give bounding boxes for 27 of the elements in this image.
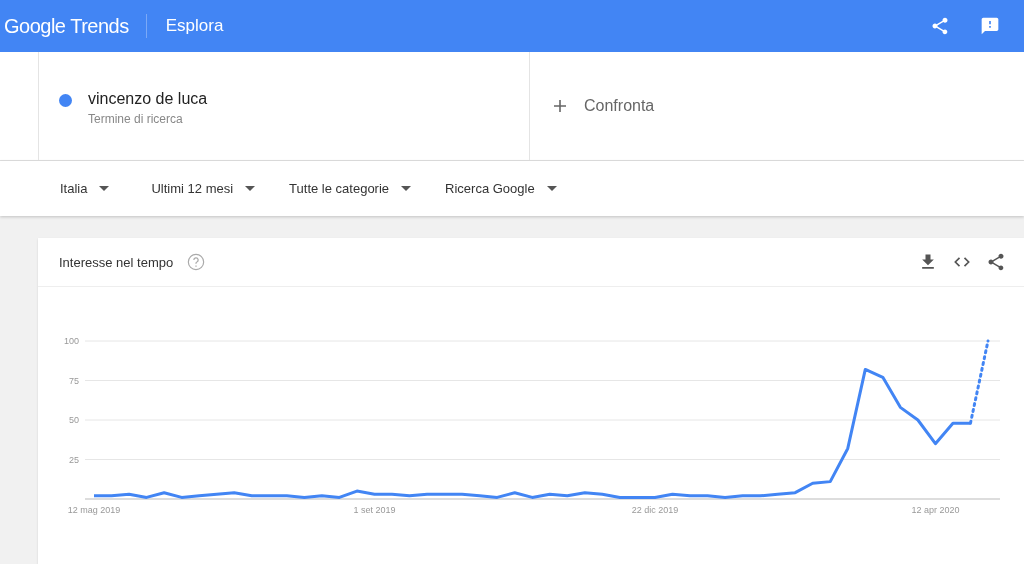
filter-dropdown[interactable]: Ricerca Google xyxy=(445,181,557,196)
filter-dropdown[interactable]: Ultimi 12 mesi xyxy=(151,181,256,196)
filter-dropdown[interactable]: Italia xyxy=(60,181,110,196)
plus-icon xyxy=(554,100,566,112)
caret-icon xyxy=(546,186,557,191)
caret-icon xyxy=(245,186,256,191)
x-tick-label: 1 set 2019 xyxy=(353,505,396,515)
compare-button[interactable]: Confronta xyxy=(530,52,1024,160)
term-subtitle: Termine di ricerca xyxy=(88,112,184,126)
y-tick-label: 25 xyxy=(69,454,79,465)
filter-dropdown[interactable]: Tutte le categorie xyxy=(289,181,412,196)
x-tick-label: 12 mag 2019 xyxy=(67,505,121,515)
y-tick-label: 50 xyxy=(69,415,79,425)
feedback-icon[interactable] xyxy=(980,16,1000,36)
y-tick-label: 100 xyxy=(63,336,79,346)
share-icon[interactable] xyxy=(986,252,1006,272)
search-term: vincenzo de luca xyxy=(88,90,208,108)
logo[interactable]: Google Trends xyxy=(4,14,129,38)
y-tick-label: 75 xyxy=(69,375,79,386)
caret-icon xyxy=(401,186,412,191)
caret-icon xyxy=(99,186,110,191)
search-term-card[interactable]: vincenzo de luca Termine di ricerca xyxy=(39,52,530,160)
section-title: Esplora xyxy=(165,16,224,36)
card-title: Interesse nel tempo xyxy=(59,254,174,270)
x-tick-label: 22 dic 2019 xyxy=(631,505,679,515)
x-tick-label: 12 apr 2020 xyxy=(911,505,960,515)
share-icon[interactable] xyxy=(930,16,950,36)
